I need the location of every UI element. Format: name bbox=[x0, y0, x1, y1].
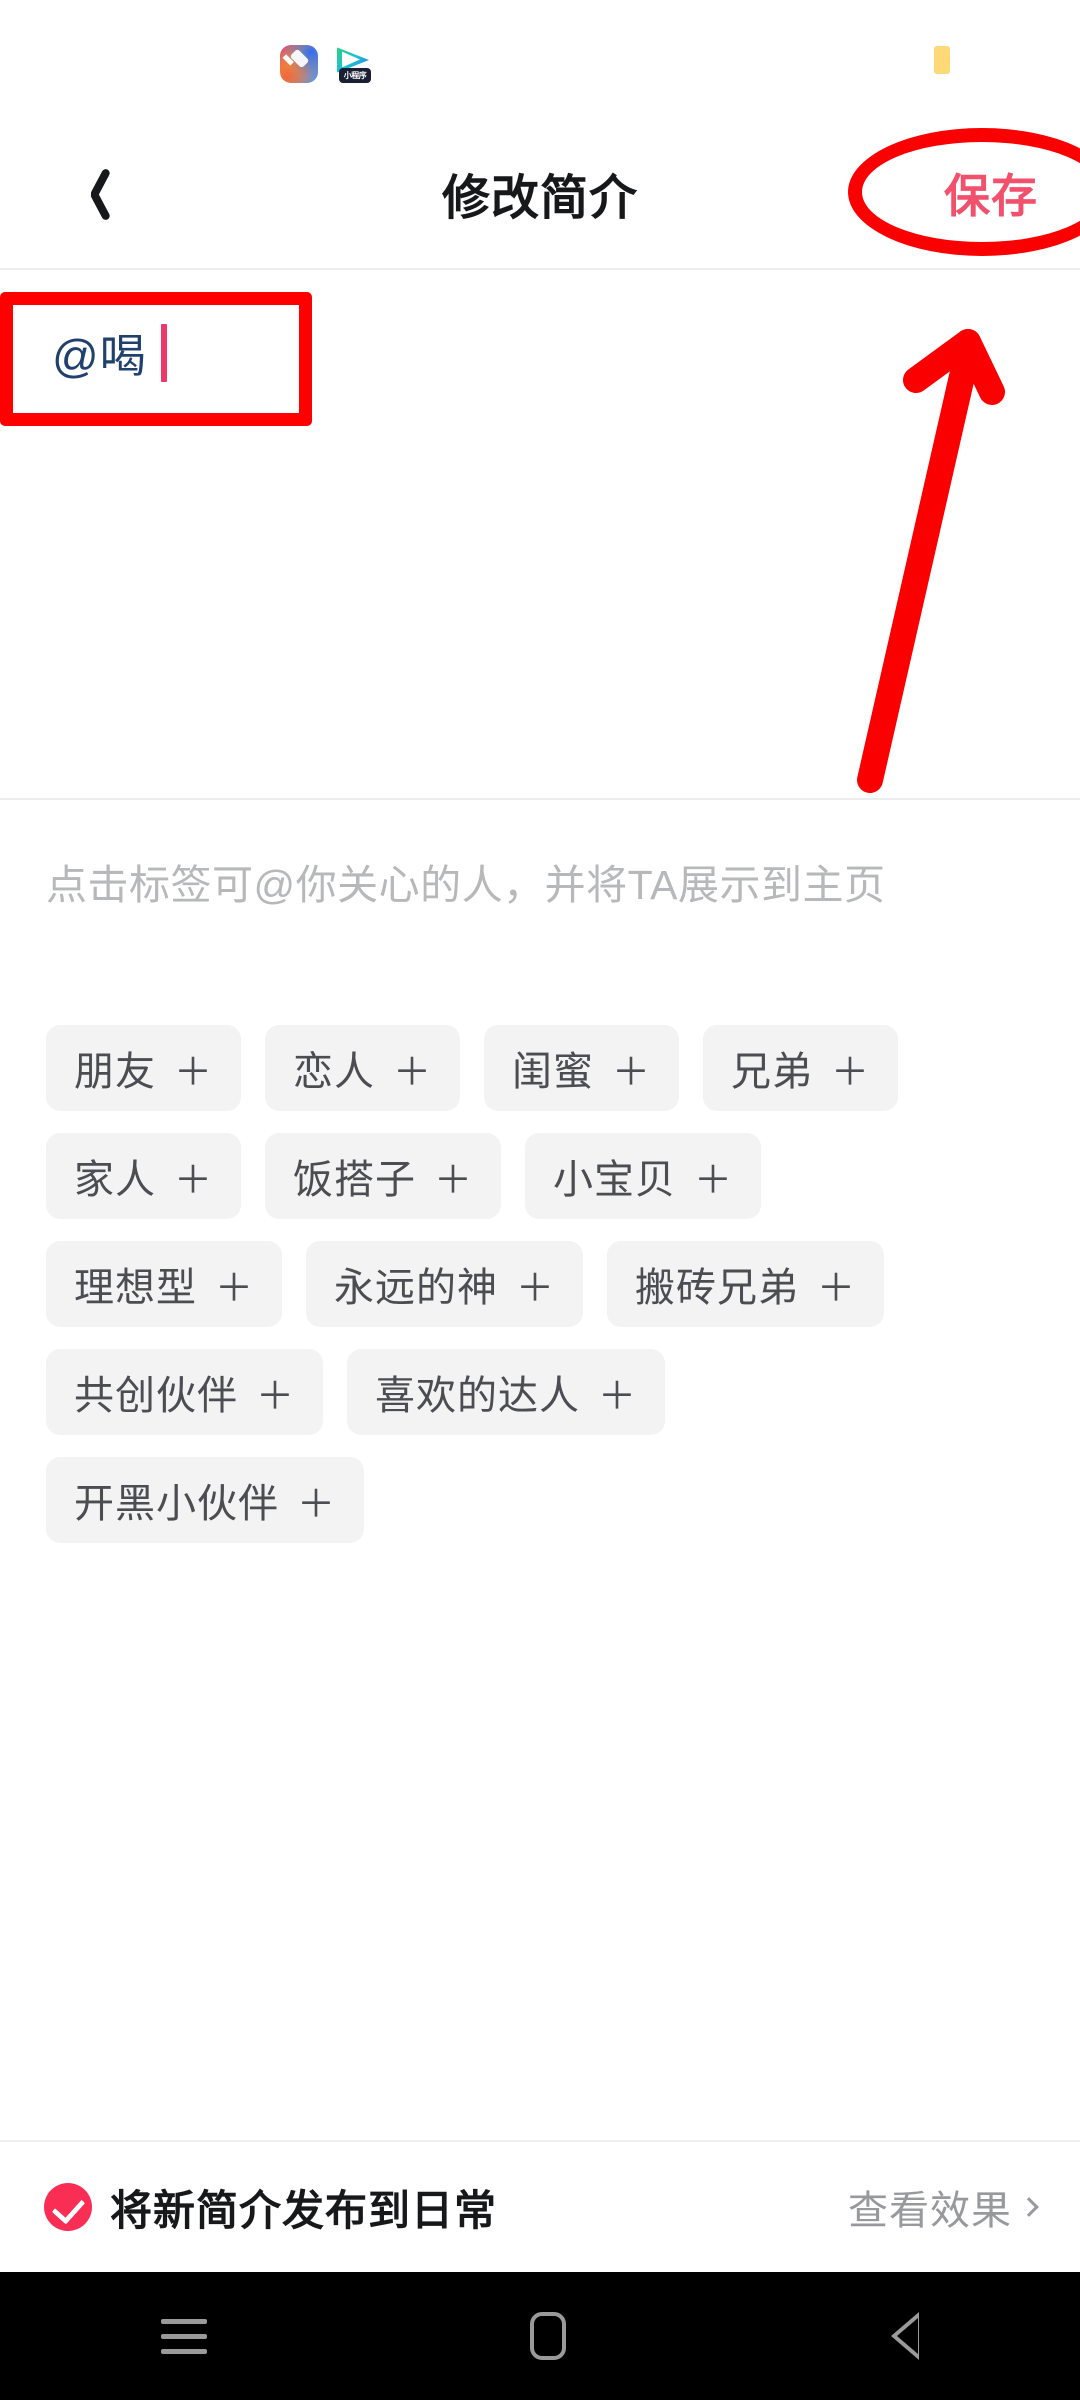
tag-chip[interactable]: 恋人 ＋ bbox=[265, 1025, 461, 1111]
tag-chip[interactable]: 小宝贝 ＋ bbox=[525, 1133, 762, 1219]
tag-chip-label: 闺蜜 bbox=[512, 1050, 595, 1094]
status-bar-app-icons: 小程序 bbox=[280, 44, 374, 84]
tag-chip[interactable]: 永远的神 ＋ bbox=[306, 1241, 584, 1327]
tag-chip[interactable]: 朋友 ＋ bbox=[46, 1025, 242, 1111]
tag-row: 共创伙伴 ＋ 喜欢的达人 ＋ bbox=[46, 1349, 1046, 1435]
tag-chip-label: 永远的神 bbox=[334, 1266, 499, 1310]
plus-icon: ＋ bbox=[215, 1267, 255, 1310]
bio-input-area[interactable]: @喝 bbox=[0, 272, 1080, 800]
status-bar-right bbox=[934, 46, 950, 74]
tag-hint-text: 点击标签可@你关心的人，并将TA展示到主页 bbox=[46, 862, 886, 908]
plus-icon: ＋ bbox=[434, 1159, 474, 1202]
gradient-app-icon bbox=[280, 45, 318, 83]
plus-icon: ＋ bbox=[516, 1267, 556, 1310]
plus-icon: ＋ bbox=[831, 1051, 871, 1094]
bottom-action-bar: 将新简介发布到日常 查看效果 bbox=[0, 2140, 1080, 2272]
tag-chip-label: 喜欢的达人 bbox=[375, 1374, 581, 1418]
back-triangle-icon[interactable] bbox=[889, 2310, 919, 2362]
preview-effect-label: 查看效果 bbox=[848, 2189, 1012, 2233]
text-caret bbox=[160, 324, 167, 382]
save-button[interactable]: 保存 bbox=[926, 118, 1056, 268]
tag-chip[interactable]: 开黑小伙伴 ＋ bbox=[46, 1457, 365, 1543]
tag-chip-label: 家人 bbox=[74, 1158, 156, 1202]
plus-icon: ＋ bbox=[297, 1483, 337, 1526]
tag-row: 开黑小伙伴 ＋ bbox=[46, 1457, 1046, 1543]
tag-row: 理想型 ＋ 永远的神 ＋ 搬砖兄弟 ＋ bbox=[46, 1241, 1046, 1327]
bio-input-line[interactable]: @喝 bbox=[52, 320, 167, 386]
publish-checkbox-icon[interactable] bbox=[44, 2183, 92, 2231]
tag-chip-label: 理想型 bbox=[74, 1266, 197, 1310]
video-app-badge: 小程序 bbox=[339, 68, 371, 83]
tag-chip[interactable]: 搬砖兄弟 ＋ bbox=[607, 1241, 885, 1327]
tag-chip-label: 朋友 bbox=[74, 1050, 156, 1094]
home-icon[interactable] bbox=[529, 2312, 566, 2360]
tag-chip[interactable]: 喜欢的达人 ＋ bbox=[347, 1349, 666, 1435]
plus-icon: ＋ bbox=[598, 1375, 638, 1418]
android-nav-bar bbox=[0, 2272, 1080, 2400]
plus-icon: ＋ bbox=[817, 1267, 857, 1310]
preview-effect-link[interactable]: 查看效果 bbox=[848, 2178, 1039, 2236]
plus-icon: ＋ bbox=[174, 1051, 214, 1094]
page-title: 修改简介 bbox=[441, 172, 638, 225]
tag-chip-label: 共创伙伴 bbox=[74, 1374, 238, 1418]
tag-chip[interactable]: 兄弟 ＋ bbox=[703, 1025, 899, 1111]
tag-chip[interactable]: 共创伙伴 ＋ bbox=[46, 1349, 324, 1435]
battery-indicator bbox=[934, 46, 950, 74]
status-bar: 小程序 bbox=[0, 0, 1080, 118]
tag-chip[interactable]: 家人 ＋ bbox=[46, 1133, 242, 1219]
tag-chip-label: 搬砖兄弟 bbox=[635, 1266, 800, 1310]
recents-icon[interactable] bbox=[161, 2319, 208, 2354]
tag-chip-label: 兄弟 bbox=[731, 1050, 814, 1094]
publish-label: 将新简介发布到日常 bbox=[110, 2186, 498, 2234]
video-app-icon: 小程序 bbox=[336, 44, 374, 84]
plus-icon: ＋ bbox=[393, 1051, 433, 1094]
tag-chip[interactable]: 闺蜜 ＋ bbox=[484, 1025, 680, 1111]
tag-chip[interactable]: 饭搭子 ＋ bbox=[265, 1133, 502, 1219]
tag-row: 家人 ＋ 饭搭子 ＋ 小宝贝 ＋ bbox=[46, 1133, 1046, 1219]
publish-to-daily-toggle[interactable]: 将新简介发布到日常 bbox=[44, 2177, 497, 2238]
tag-chip-label: 饭搭子 bbox=[293, 1158, 417, 1202]
tag-chip-label: 恋人 bbox=[293, 1050, 376, 1094]
tag-chip[interactable]: 理想型 ＋ bbox=[46, 1241, 283, 1327]
bio-input-value: @喝 bbox=[52, 330, 147, 382]
chevron-right-icon bbox=[1019, 2197, 1039, 2217]
plus-icon: ＋ bbox=[174, 1159, 214, 1202]
tag-chip-label: 小宝贝 bbox=[553, 1158, 677, 1202]
plus-icon: ＋ bbox=[612, 1051, 652, 1094]
tag-row: 朋友 ＋ 恋人 ＋ 闺蜜 ＋ 兄弟 ＋ bbox=[46, 1025, 1046, 1111]
tag-list: 朋友＋恋人＋闺蜜＋兄弟＋家人＋饭搭子＋小宝贝＋理想型＋永远的神＋搬砖兄弟＋共创伙… bbox=[46, 1025, 1046, 1565]
tag-chip-label: 开黑小伙伴 bbox=[74, 1482, 279, 1526]
phone-screen: 小程序 修改简介 保存 @喝 点击标签可@你关心的人，并将TA展示到主页 朋友 ＋… bbox=[0, 0, 1080, 2400]
plus-icon: ＋ bbox=[256, 1375, 296, 1418]
app-header: 修改简介 保存 bbox=[0, 118, 1080, 270]
plus-icon: ＋ bbox=[694, 1159, 734, 1202]
